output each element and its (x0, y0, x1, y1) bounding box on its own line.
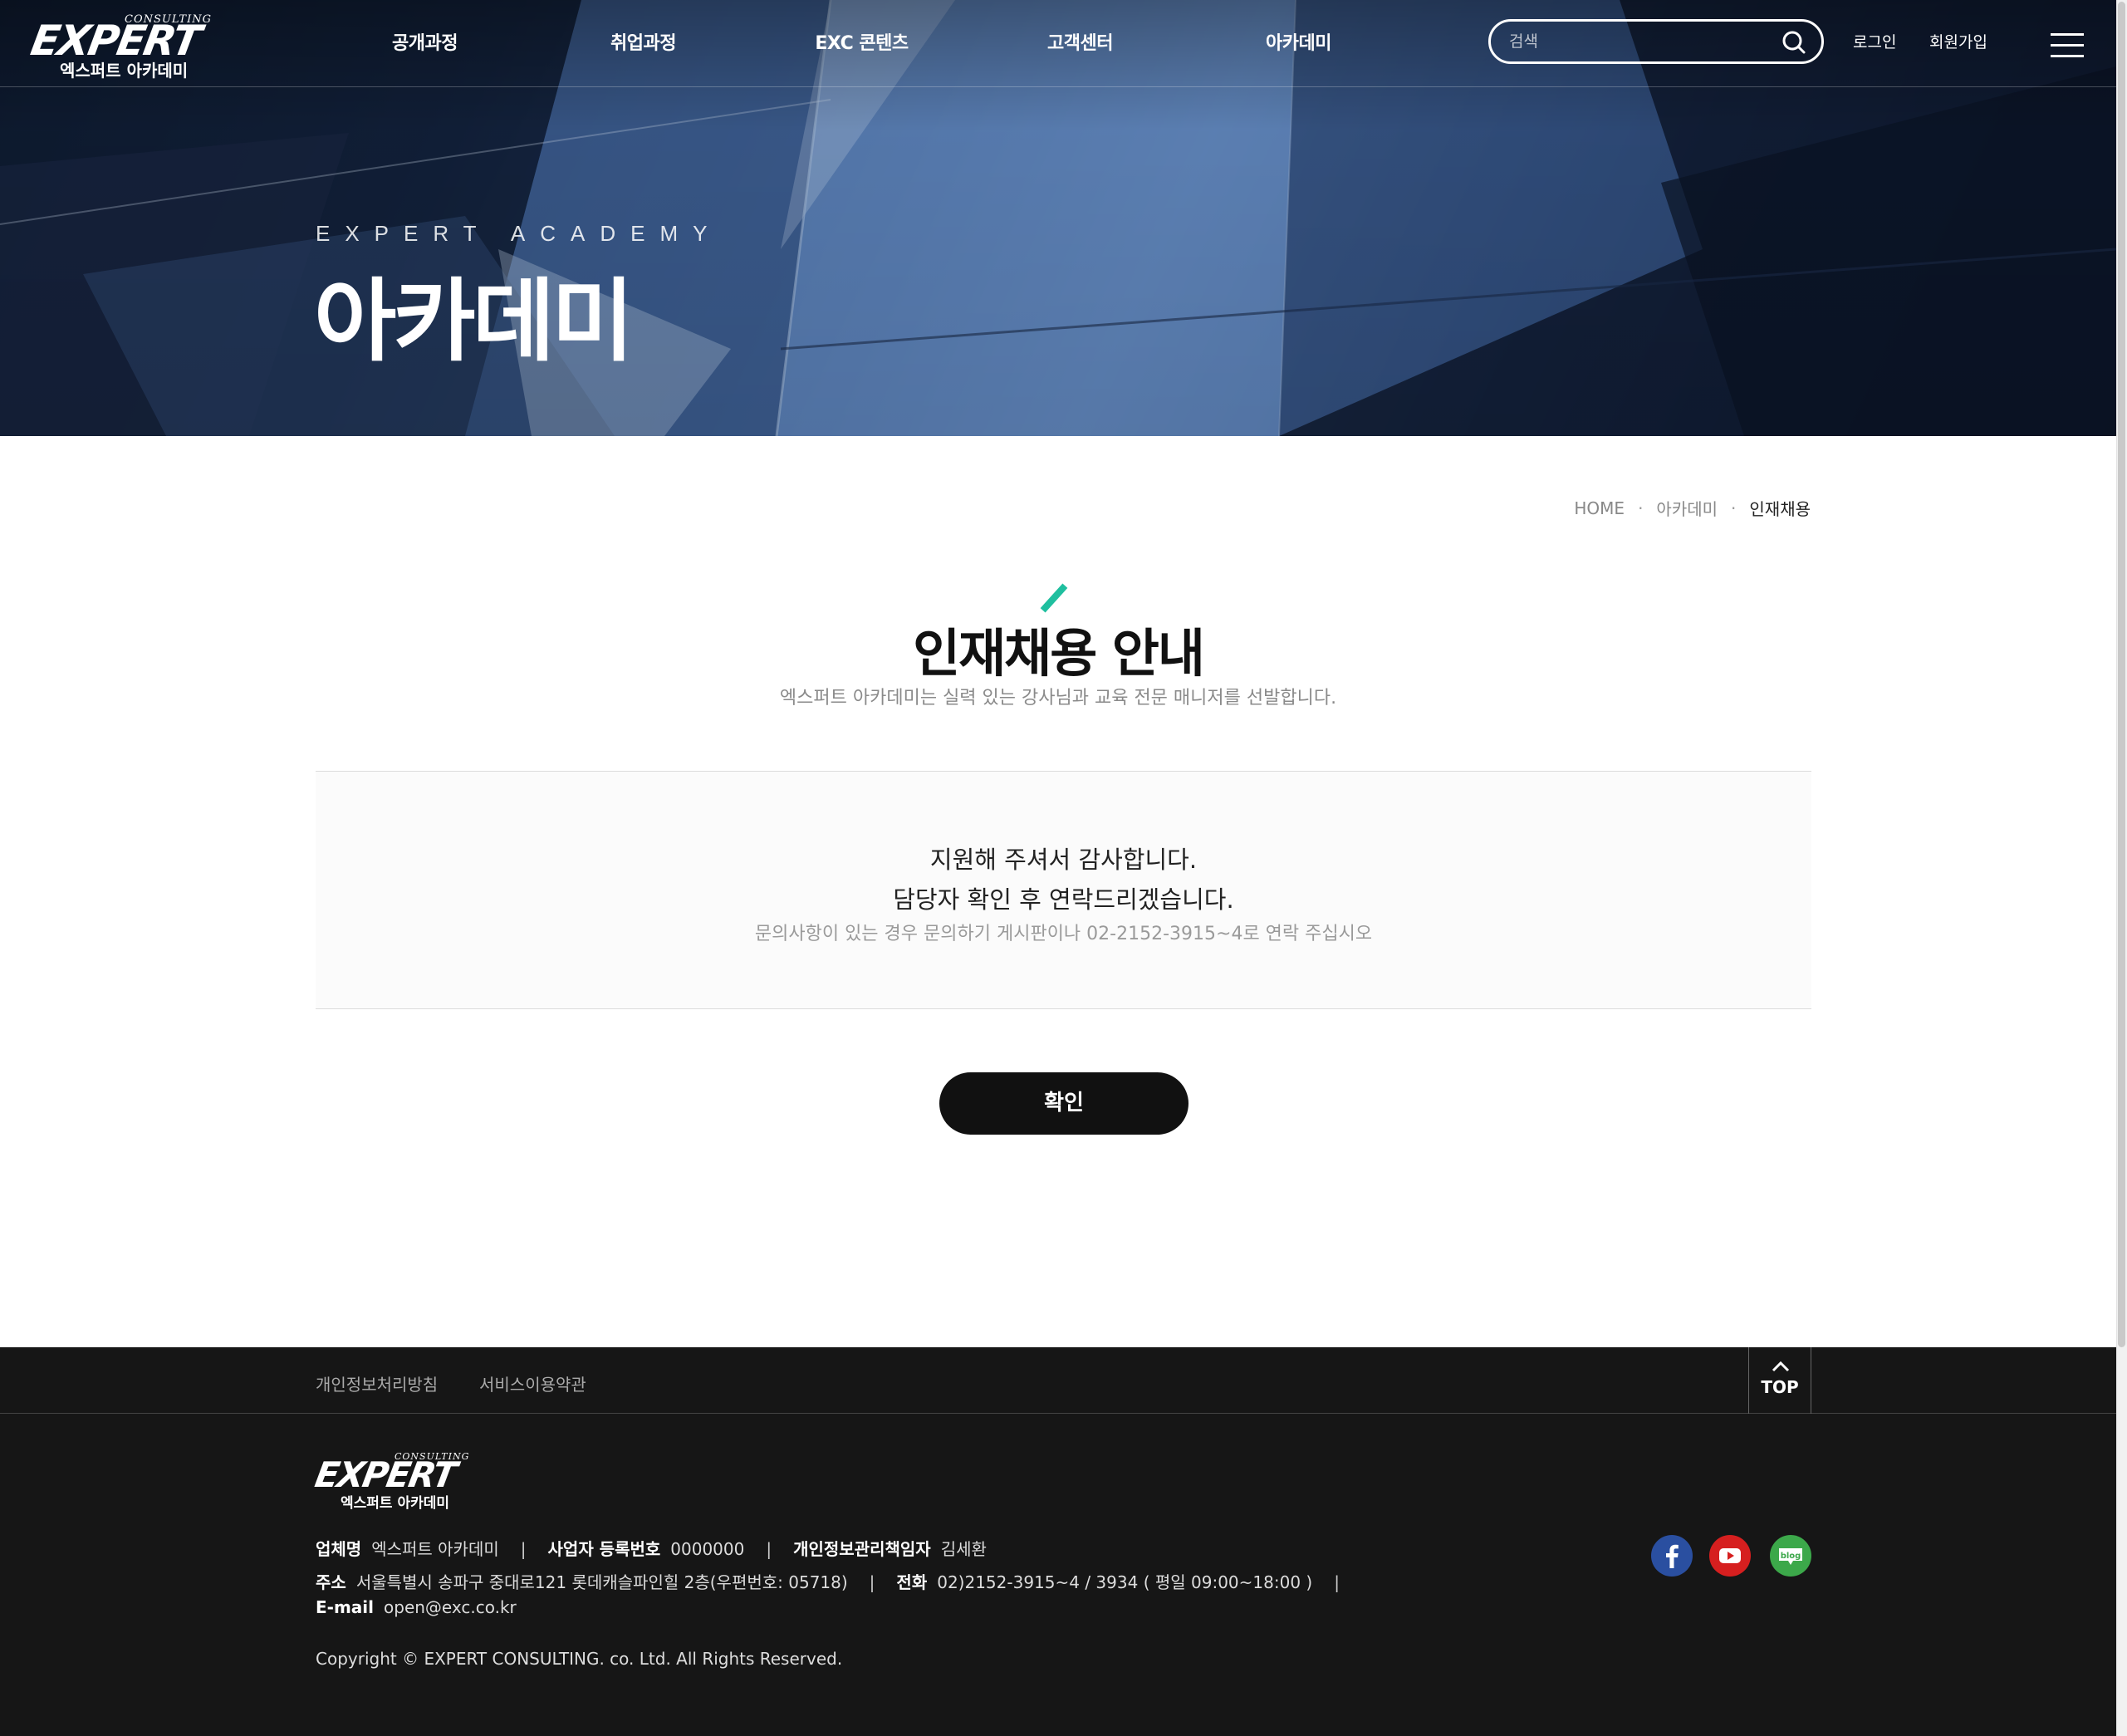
menu-item-employment-courses[interactable]: 취업과정 (534, 28, 752, 55)
contact-notice-message: 담당자 확인 후 연락드리겠습니다. (893, 885, 1234, 914)
privacy-policy-link[interactable]: 개인정보처리방침 (316, 1371, 438, 1395)
youtube-icon[interactable] (1709, 1535, 1751, 1577)
phone-label: 전화 (896, 1572, 928, 1592)
application-complete-message-box: 지원해 주셔서 감사합니다. 담당자 확인 후 연락드리겠습니다. 문의사항이 … (316, 771, 1811, 1009)
footer-logo-subtitle: 엑스퍼트 아카데미 (341, 1495, 450, 1512)
breadcrumb-academy[interactable]: 아카데미 (1656, 496, 1718, 520)
menu-item-exc-contents[interactable]: EXC 콘텐츠 (752, 28, 971, 55)
blog-icon-label: blog (1781, 1552, 1801, 1561)
breadcrumb: HOME · 아카데미 · 인재채용 (1574, 496, 1811, 520)
menu-item-academy[interactable]: 아카데미 (1189, 28, 1408, 55)
page-scrollbar[interactable] (2116, 0, 2127, 1736)
blog-icon[interactable]: blog (1770, 1535, 1811, 1577)
confirm-button[interactable]: 확인 (939, 1072, 1188, 1135)
site-logo[interactable]: CONSULTING EXPERT 엑스퍼트 아카데미 (27, 12, 211, 81)
logo-subtitle: 엑스퍼트 아카데미 (60, 61, 189, 81)
footer-link-bar: 개인정보처리방침 서비스이용약관 TOP (0, 1347, 2116, 1414)
breadcrumb-home[interactable]: HOME (1574, 498, 1625, 518)
hamburger-menu-icon[interactable] (2051, 33, 2084, 58)
scroll-to-top-button[interactable]: TOP (1748, 1347, 1811, 1414)
search-icon[interactable] (1781, 30, 1806, 58)
chevron-up-icon (1772, 1360, 1790, 1376)
main-menu: 공개과정 취업과정 EXC 콘텐츠 고객센터 아카데미 (316, 28, 1408, 55)
email: open@exc.co.kr (384, 1597, 517, 1617)
footer-logo: CONSULTING EXPERT 엑스퍼트 아카데미 (312, 1451, 473, 1512)
menu-item-public-courses[interactable]: 공개과정 (316, 28, 534, 55)
inquiry-notice: 문의사항이 있는 경우 문의하기 게시판이나 02-2152-3915~4로 연… (754, 924, 1373, 944)
terms-of-service-link[interactable]: 서비스이용약관 (479, 1371, 586, 1395)
footer-contact-info: 주소 서울특별시 송파구 중대로121 롯데캐슬파인힐 2층(우편번호: 0571… (316, 1572, 1340, 1592)
scrollbar-thumb[interactable] (2118, 2, 2125, 1347)
title-accent-mark (1040, 583, 1068, 613)
privacy-officer: 김세환 (940, 1539, 987, 1559)
page-title: 인재채용 안내 (913, 623, 1205, 684)
privacy-officer-label: 개인정보관리책임자 (793, 1539, 931, 1559)
hero-subtitle: EXPERT ACADEMY (316, 221, 723, 246)
footer-logo-wordmark: EXPERT (311, 1454, 458, 1495)
top-navigation: CONSULTING EXPERT 엑스퍼트 아카데미 공개과정 취업과정 EX… (0, 0, 2116, 87)
hero-title: 아카데미 (314, 270, 634, 374)
page-description: 엑스퍼트 아카데미는 실력 있는 강사님과 교육 전문 매니저를 선발합니다. (779, 688, 1337, 709)
top-button-label: TOP (1761, 1377, 1799, 1397)
breadcrumb-separator: · (1638, 498, 1644, 518)
breadcrumb-separator: · (1731, 498, 1737, 518)
business-number: 0000000 (670, 1539, 745, 1559)
thank-you-message: 지원해 주셔서 감사합니다. (929, 846, 1198, 874)
footer-email-info: E-mail open@exc.co.kr (316, 1597, 517, 1617)
breadcrumb-current: 인재채용 (1749, 499, 1811, 519)
phone: 02)2152-3915~4 / 3934 ( 평일 09:00~18:00 ) (937, 1572, 1313, 1592)
signup-link[interactable]: 회원가입 (1929, 30, 1987, 52)
email-label: E-mail (316, 1597, 375, 1617)
copyright: Copyright © EXPERT CONSULTING. co. Ltd. … (316, 1649, 843, 1669)
menu-item-customer-center[interactable]: 고객센터 (971, 28, 1189, 55)
footer-company-info: 업체명 엑스퍼트 아카데미 | 사업자 등록번호 0000000 | 개인정보관리책임자 김세… (316, 1539, 987, 1559)
hero-banner: CONSULTING EXPERT 엑스퍼트 아카데미 공개과정 취업과정 EX… (0, 0, 2116, 436)
address: 서울특별시 송파구 중대로121 롯데캐슬파인힐 2층(우편번호: 05718) (355, 1572, 848, 1592)
search-box (1488, 19, 1824, 64)
company-name-label: 업체명 (316, 1539, 362, 1559)
search-input[interactable] (1509, 30, 1758, 53)
login-link[interactable]: 로그인 (1853, 30, 1896, 52)
address-label: 주소 (316, 1572, 346, 1592)
site-footer: 개인정보처리방침 서비스이용약관 TOP CONSULTING EXPERT 엑… (0, 1347, 2116, 1736)
company-name: 엑스퍼트 아카데미 (371, 1539, 499, 1559)
facebook-icon[interactable] (1651, 1535, 1693, 1577)
business-number-label: 사업자 등록번호 (547, 1539, 661, 1559)
